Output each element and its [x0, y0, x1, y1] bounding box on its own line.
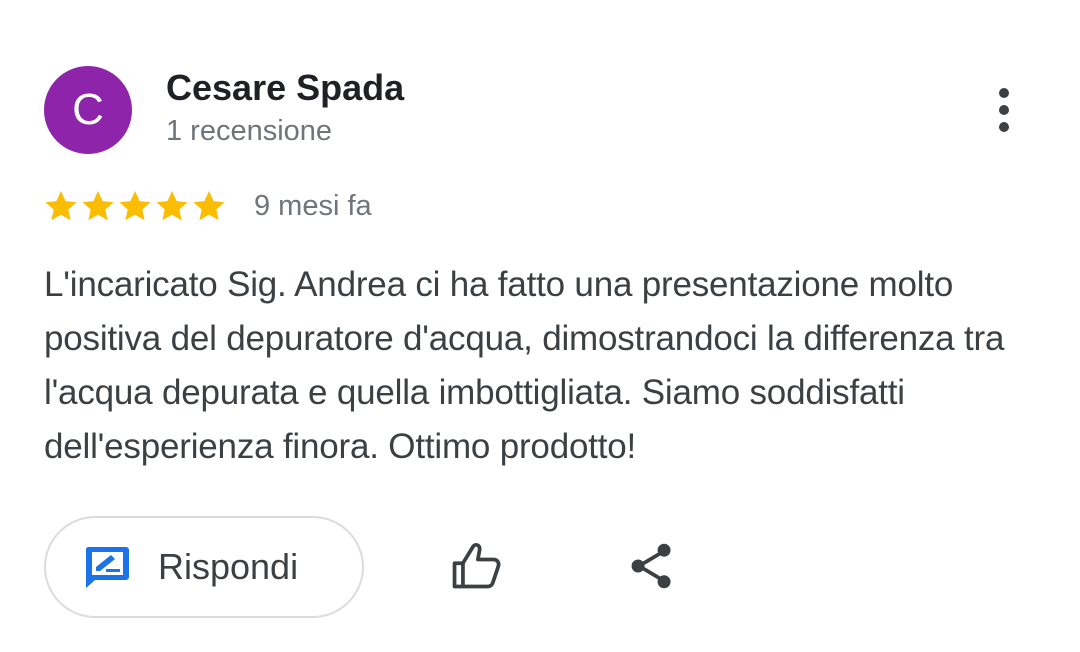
avatar-initial: C	[72, 85, 104, 134]
star-icon	[82, 190, 114, 221]
author-name[interactable]: Cesare Spada	[166, 66, 404, 110]
review-date: 9 mesi fa	[254, 190, 372, 222]
review-card: C Cesare Spada 1 recensione 9 mesi fa L'…	[0, 0, 1080, 652]
more-options-button[interactable]	[980, 82, 1028, 138]
more-vert-icon-dot	[999, 105, 1009, 115]
star-icon	[45, 190, 77, 221]
star-rating	[42, 186, 227, 226]
star-icon	[193, 190, 225, 221]
avatar[interactable]: C	[44, 66, 132, 154]
share-icon	[631, 543, 671, 589]
review-text: L'incaricato Sig. Andrea ci ha fatto una…	[44, 265, 1005, 466]
reply-label: Rispondi	[158, 546, 299, 587]
more-vert-icon-dot	[999, 88, 1009, 98]
star-icon	[156, 190, 188, 221]
like-button[interactable]	[446, 536, 506, 596]
thumb-up-icon	[452, 542, 501, 589]
share-button[interactable]	[624, 538, 680, 594]
reply-button[interactable]: Rispondi	[44, 516, 364, 618]
star-icon	[119, 190, 151, 221]
reply-edit-icon	[85, 547, 129, 588]
review-count: 1 recensione	[166, 115, 333, 147]
more-vert-icon-dot	[999, 122, 1009, 132]
